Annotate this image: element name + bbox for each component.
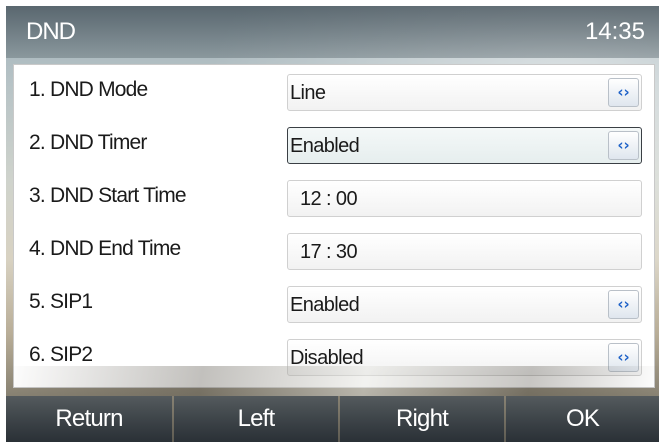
row-sip1[interactable]: 5. SIP1 Enabled ‹›: [14, 277, 654, 329]
left-right-arrows-icon[interactable]: ‹›: [608, 343, 639, 372]
field-value: 17 : 30: [300, 241, 358, 263]
phone-screen: DND 14:35 1. DND Mode Line ‹› 2. DND Tim…: [6, 6, 659, 442]
field-value: 12 : 00: [300, 188, 358, 210]
row-sip2[interactable]: 6. SIP2 Disabled ‹›: [14, 330, 654, 382]
row-label: 6. SIP2: [29, 343, 93, 366]
field-value: Enabled: [290, 294, 360, 316]
left-right-arrows-icon[interactable]: ‹›: [608, 290, 639, 319]
page-title: DND: [26, 18, 76, 45]
return-button[interactable]: Return: [6, 396, 172, 442]
clock: 14:35: [584, 18, 645, 45]
dnd-mode-select[interactable]: Line ‹›: [287, 74, 642, 111]
sip2-select[interactable]: Disabled ‹›: [287, 339, 642, 376]
row-dnd-timer[interactable]: 2. DND Timer Enabled ‹›: [14, 118, 654, 170]
left-right-arrows-icon[interactable]: ‹›: [608, 131, 639, 160]
dnd-end-time-input[interactable]: 17 : 30: [287, 233, 642, 270]
sip1-select[interactable]: Enabled ‹›: [287, 286, 642, 323]
dnd-start-time-input[interactable]: 12 : 00: [287, 180, 642, 217]
left-button[interactable]: Left: [174, 396, 338, 442]
ok-button[interactable]: OK: [506, 396, 659, 442]
row-label: 2. DND Timer: [29, 131, 147, 154]
settings-list: 1. DND Mode Line ‹› 2. DND Timer Enabled…: [13, 64, 655, 388]
title-bar: DND 14:35: [6, 6, 659, 58]
right-button[interactable]: Right: [340, 396, 504, 442]
row-label: 4. DND End Time: [29, 237, 181, 260]
field-value: Enabled: [290, 135, 360, 157]
field-value: Disabled: [290, 347, 364, 369]
field-value: Line: [290, 82, 326, 104]
row-dnd-end-time[interactable]: 4. DND End Time 17 : 30: [14, 224, 654, 276]
softkey-bar: Return Left Right OK: [6, 396, 659, 442]
dnd-timer-select[interactable]: Enabled ‹›: [287, 127, 642, 164]
row-label: 3. DND Start Time: [29, 184, 187, 207]
row-label: 1. DND Mode: [29, 78, 148, 101]
left-right-arrows-icon[interactable]: ‹›: [608, 78, 639, 107]
row-dnd-mode[interactable]: 1. DND Mode Line ‹›: [14, 65, 654, 117]
row-dnd-start-time[interactable]: 3. DND Start Time 12 : 00: [14, 171, 654, 223]
row-label: 5. SIP1: [29, 290, 93, 313]
